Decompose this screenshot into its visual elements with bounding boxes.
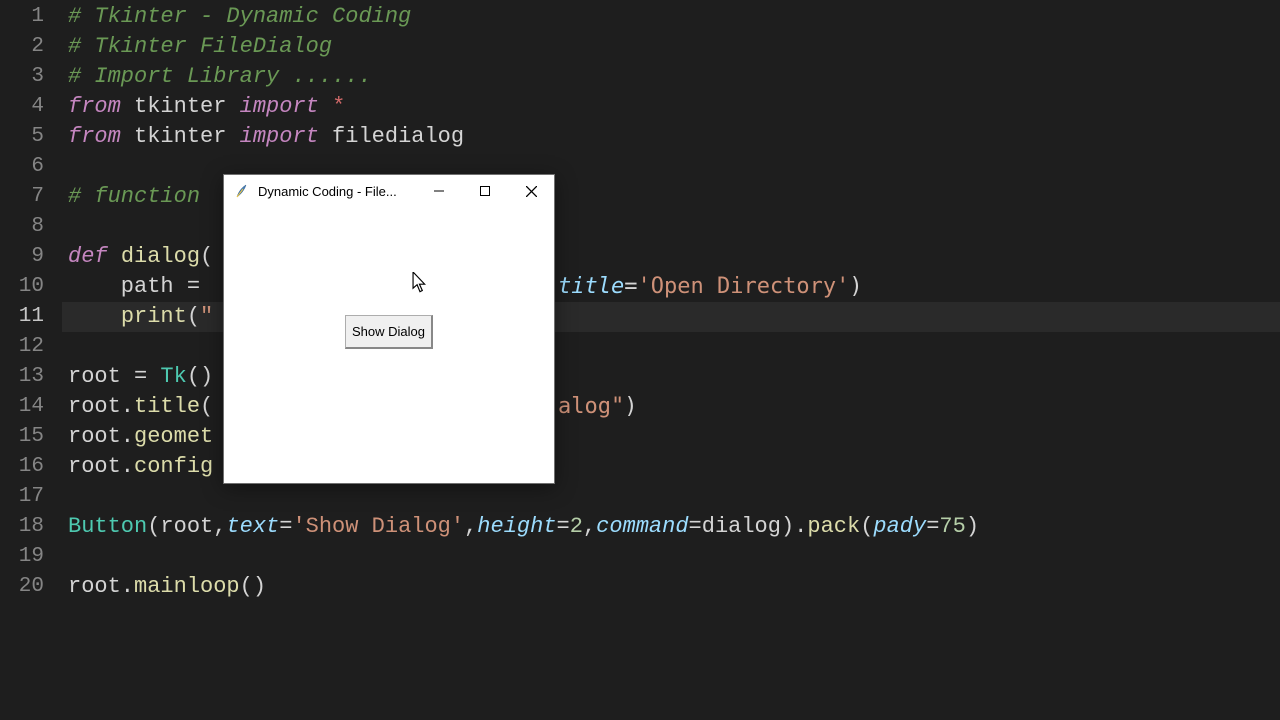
tkinter-body: Show Dialog xyxy=(224,207,554,483)
code-line[interactable]: # Import Library ...... xyxy=(62,62,1280,92)
code-fragment-line10: title='Open Directory') xyxy=(558,272,863,302)
code-line[interactable]: # Tkinter - Dynamic Coding xyxy=(62,2,1280,32)
line-number: 12 xyxy=(0,332,62,362)
code-line[interactable] xyxy=(62,482,1280,512)
show-dialog-button[interactable]: Show Dialog xyxy=(345,315,433,349)
line-number: 10 xyxy=(0,272,62,302)
window-controls xyxy=(416,175,554,207)
code-line[interactable]: # Tkinter FileDialog xyxy=(62,32,1280,62)
line-number: 15 xyxy=(0,422,62,452)
line-number: 4 xyxy=(0,92,62,122)
line-number: 2 xyxy=(0,32,62,62)
code-editor: 1234567891011121314151617181920 # Tkinte… xyxy=(0,0,1280,720)
line-number-gutter: 1234567891011121314151617181920 xyxy=(0,0,62,720)
line-number: 14 xyxy=(0,392,62,422)
code-line[interactable]: from tkinter import filedialog xyxy=(62,122,1280,152)
line-number: 18 xyxy=(0,512,62,542)
line-number: 1 xyxy=(0,2,62,32)
line-number: 6 xyxy=(0,152,62,182)
code-line[interactable]: Button(root,text='Show Dialog',height=2,… xyxy=(62,512,1280,542)
minimize-button[interactable] xyxy=(416,175,462,207)
line-number: 5 xyxy=(0,122,62,152)
line-number: 17 xyxy=(0,482,62,512)
line-number: 8 xyxy=(0,212,62,242)
tkinter-window: Dynamic Coding - File... Show Dialog xyxy=(223,174,555,484)
code-line[interactable] xyxy=(62,542,1280,572)
line-number: 16 xyxy=(0,452,62,482)
code-line[interactable]: root.mainloop() xyxy=(62,572,1280,602)
code-fragment-line14: alog") xyxy=(558,392,637,422)
code-line[interactable]: from tkinter import * xyxy=(62,92,1280,122)
line-number: 19 xyxy=(0,542,62,572)
line-number: 9 xyxy=(0,242,62,272)
line-number: 13 xyxy=(0,362,62,392)
tkinter-window-title: Dynamic Coding - File... xyxy=(258,184,416,199)
tkinter-feather-icon xyxy=(234,183,250,199)
line-number: 7 xyxy=(0,182,62,212)
line-number: 3 xyxy=(0,62,62,92)
line-number: 20 xyxy=(0,572,62,602)
line-number: 11 xyxy=(0,302,62,332)
maximize-button[interactable] xyxy=(462,175,508,207)
tkinter-titlebar[interactable]: Dynamic Coding - File... xyxy=(224,175,554,207)
close-button[interactable] xyxy=(508,175,554,207)
